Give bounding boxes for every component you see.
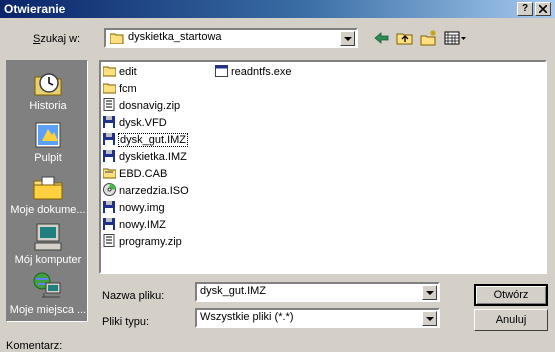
place-label: Pulpit [34,152,62,164]
floppy-image-icon [103,150,116,163]
close-icon [538,4,548,14]
filename-label: Nazwa pliku: [102,290,165,302]
cd-image-icon [103,183,116,196]
cancel-button[interactable]: Anuluj [474,309,548,331]
network-places-icon [32,271,64,303]
place-history[interactable]: Historia [7,67,89,112]
place-my-computer[interactable]: Mój komputer [7,221,89,266]
filetype-value: Wszystkie pliki (*.*) [200,311,294,323]
open-button[interactable]: Otwórz [474,284,548,306]
desktop-icon [32,119,64,151]
filetype-label: Pliki typu: [102,316,150,328]
title-bar[interactable]: Otwieranie ? [0,0,555,18]
exe-icon [215,65,228,78]
file-name: narzedzia.ISO [119,185,189,197]
place-my-documents[interactable]: Moje dokume... [7,171,89,216]
file-name: EBD.CAB [119,168,168,180]
file-name: dysk.VFD [119,117,167,129]
cab-icon [102,167,117,180]
floppy-image-icon [103,133,116,146]
view-menu-icon[interactable] [444,30,468,46]
history-icon [32,67,64,99]
file-item[interactable]: nowy.img [103,200,166,217]
file-item[interactable]: edit [102,64,138,81]
folder-open-icon [109,32,124,47]
new-folder-icon[interactable] [420,30,438,46]
file-item[interactable]: readntfs.exe [215,64,293,81]
file-item[interactable]: narzedzia.ISO [103,183,190,200]
file-list[interactable]: edit fcm dosnavig.zip dysk.VFD dysk_gut.… [99,60,547,274]
filename-input[interactable]: dysk_gut.IMZ [200,285,266,297]
file-item[interactable]: EBD.CAB [102,166,168,183]
folder-icon [102,65,117,78]
file-item[interactable]: dyskietka.IMZ [103,149,188,166]
folder-icon [102,82,117,95]
file-name: edit [119,66,137,78]
file-item[interactable]: fcm [102,81,138,98]
file-name: programy.zip [119,236,182,248]
floppy-image-icon [103,116,116,129]
place-label: Historia [29,100,67,112]
back-icon[interactable] [373,30,391,46]
file-item[interactable]: programy.zip [103,234,183,251]
place-label: Moje dokume... [10,204,86,216]
file-name: nowy.IMZ [119,219,166,231]
close-button[interactable] [535,2,551,16]
floppy-image-icon [103,201,116,214]
zip-icon [103,234,116,247]
file-name: dosnavig.zip [119,100,181,112]
file-item[interactable]: nowy.IMZ [103,217,167,234]
place-label: Moje miejsca ... [9,304,87,316]
floppy-image-icon [103,218,116,231]
my-computer-icon [32,221,64,253]
filetype-dropdown-button[interactable] [422,311,437,326]
file-name: nowy.img [119,202,165,214]
my-documents-icon [32,171,64,203]
dialog-title: Otwieranie [4,2,66,16]
file-name: dysk_gut.IMZ [118,133,189,147]
filename-combo[interactable]: dysk_gut.IMZ [195,282,440,302]
zip-icon [103,98,116,111]
filename-dropdown-button[interactable] [422,285,437,300]
place-label: Mój komputer [14,254,82,266]
file-item[interactable]: dysk.VFD [103,115,168,132]
help-button[interactable]: ? [517,2,533,16]
place-network[interactable]: Moje miejsca ... [7,271,89,316]
up-folder-icon[interactable] [396,30,414,46]
file-name: readntfs.exe [231,66,292,78]
file-name: fcm [119,83,137,95]
comment-label: Komentarz: [6,340,63,352]
file-item[interactable]: dosnavig.zip [103,98,181,115]
lookin-label-text: zukaj w: [40,33,81,45]
lookin-value: dyskietka_startowa [128,31,222,43]
places-bar: Historia Pulpit Moje dokume... Mój kompu… [6,60,88,322]
lookin-dropdown-button[interactable] [340,31,355,46]
lookin-combo[interactable]: dyskietka_startowa [104,28,358,48]
file-name: dyskietka.IMZ [119,151,187,163]
filetype-combo[interactable]: Wszystkie pliki (*.*) [195,308,440,328]
lookin-label: Szukaj w: [33,33,81,45]
file-item[interactable]: dysk_gut.IMZ [103,132,189,149]
place-desktop[interactable]: Pulpit [7,119,89,164]
